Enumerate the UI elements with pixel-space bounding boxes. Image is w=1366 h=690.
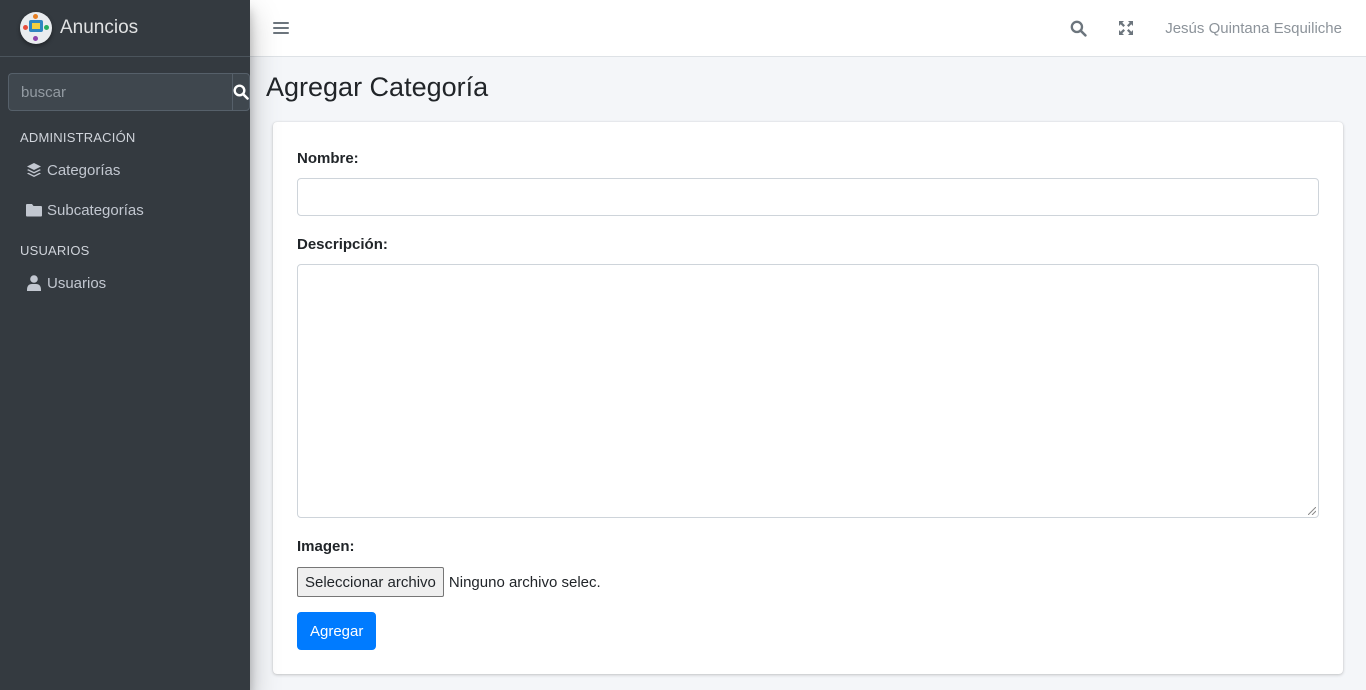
descripcion-textarea[interactable] [297, 264, 1319, 518]
descripcion-label: Descripción: [297, 236, 388, 253]
category-form-card: Nombre: Descripción: Imagen: Seleccionar… [273, 122, 1343, 674]
search-icon [1070, 20, 1087, 37]
nav-header-usuarios: USUARIOS [20, 243, 90, 258]
nombre-label: Nombre: [297, 150, 359, 167]
brand-name: Anuncios [60, 17, 139, 38]
navbar-search-button[interactable] [1055, 0, 1102, 56]
expand-icon [1118, 21, 1133, 35]
imagen-label: Imagen: [297, 538, 355, 555]
resize-grip-icon[interactable] [1308, 507, 1316, 515]
brand-link[interactable]: Anuncios [0, 0, 250, 57]
sidebar-item-categorias[interactable]: Categorías [8, 150, 242, 190]
sidebar-item-label: Usuarios [47, 274, 107, 292]
sidebar: Anuncios ADMINISTRACIÓN Categorías Subc [0, 0, 250, 690]
user-icon [25, 275, 43, 291]
folder-icon [25, 202, 43, 218]
layers-icon [25, 162, 43, 178]
agregar-button[interactable]: Agregar [297, 612, 377, 650]
nav-header-administracion: ADMINISTRACIÓN [20, 130, 136, 145]
top-navbar: Jesús Quintana Esquiliche [250, 0, 1366, 57]
file-status-text: Ninguno archivo selec. [448, 573, 601, 591]
sidebar-item-subcategorias[interactable]: Subcategorías [8, 190, 242, 230]
search-icon [233, 84, 249, 100]
user-menu[interactable]: Jesús Quintana Esquiliche [1149, 20, 1366, 37]
page-title: Agregar Categoría [266, 72, 489, 102]
sidebar-search-input[interactable] [8, 73, 232, 111]
app-logo [20, 12, 52, 44]
sidebar-search-form [8, 73, 250, 111]
fullscreen-button[interactable] [1102, 0, 1149, 56]
sidebar-item-label: Categorías [47, 161, 121, 179]
sidebar-item-label: Subcategorías [47, 201, 144, 219]
nombre-input[interactable] [297, 178, 1319, 216]
file-input: Seleccionar archivo Ninguno archivo sele… [297, 567, 601, 597]
sidebar-item-usuarios[interactable]: Usuarios [8, 263, 242, 303]
choose-file-button[interactable]: Seleccionar archivo [297, 567, 444, 597]
sidebar-search-button[interactable] [232, 73, 250, 111]
hamburger-icon[interactable] [273, 21, 289, 35]
